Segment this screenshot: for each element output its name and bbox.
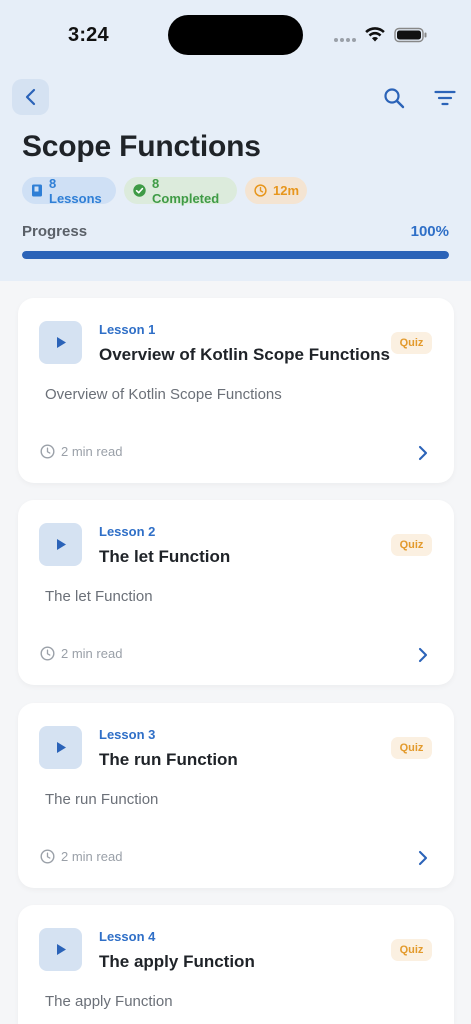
play-icon (56, 742, 66, 753)
play-button[interactable] (39, 928, 82, 971)
clock-icon (40, 646, 55, 661)
lesson-title: The run Function (99, 750, 238, 769)
quiz-badge: Quiz (391, 332, 432, 354)
chevron-right-icon (418, 647, 428, 663)
filter-icon (434, 90, 456, 106)
chevron-right-icon (418, 445, 428, 461)
lesson-description: The run Function (45, 791, 159, 808)
chevron-right-icon (418, 850, 428, 866)
read-time: 2 min read (40, 646, 122, 661)
progress-bar (22, 251, 449, 259)
clock-icon (40, 444, 55, 459)
lesson-card[interactable]: Lesson 1 Overview of Kotlin Scope Functi… (18, 298, 454, 483)
search-icon (384, 88, 405, 109)
lesson-description: Overview of Kotlin Scope Functions (45, 386, 282, 403)
chevron-left-icon (25, 88, 35, 106)
read-time: 2 min read (40, 444, 122, 459)
lesson-number: Lesson 3 (99, 727, 156, 742)
quiz-badge: Quiz (391, 939, 432, 961)
status-time: 3:24 (68, 24, 109, 46)
wifi-icon (365, 27, 385, 42)
quiz-badge: Quiz (391, 534, 432, 556)
signal-dots-icon (334, 38, 358, 42)
progress-bar-fill (22, 251, 449, 259)
read-time-text: 2 min read (61, 444, 123, 459)
play-button[interactable] (39, 321, 82, 364)
filter-button[interactable] (430, 84, 460, 112)
completed-count-badge: 8 Completed (124, 175, 237, 206)
play-button[interactable] (39, 523, 82, 566)
lesson-card[interactable]: Lesson 4 The apply Function Quiz The app… (18, 905, 454, 1024)
progress-value: 100% (410, 223, 449, 240)
quiz-badge: Quiz (391, 737, 432, 759)
play-icon (56, 337, 66, 348)
duration-badge: 12m (245, 177, 307, 204)
play-icon (56, 944, 66, 955)
open-lesson-button[interactable] (412, 847, 434, 869)
lesson-number: Lesson 4 (99, 929, 156, 944)
duration-text: 12m (273, 183, 300, 198)
open-lesson-button[interactable] (412, 644, 434, 666)
book-icon (31, 184, 43, 197)
clock-icon (40, 849, 55, 864)
play-button[interactable] (39, 726, 82, 769)
back-button[interactable] (12, 79, 49, 115)
lesson-number: Lesson 2 (99, 524, 156, 539)
play-icon (56, 539, 66, 550)
page-title: Scope Functions (22, 130, 261, 163)
lesson-title: The apply Function (99, 952, 255, 971)
search-button[interactable] (380, 84, 408, 112)
read-time-text: 2 min read (61, 646, 123, 661)
completed-count-text: 8 Completed (152, 175, 220, 206)
status-bar: 3:24 (0, 0, 471, 70)
battery-icon (394, 27, 427, 43)
dynamic-island (168, 15, 303, 55)
lessons-count-text: 8 Lessons (49, 175, 102, 206)
read-time-text: 2 min read (61, 849, 123, 864)
lesson-number: Lesson 1 (99, 322, 156, 337)
open-lesson-button[interactable] (412, 442, 434, 464)
check-circle-icon (133, 184, 146, 197)
lessons-count-badge: 8 Lessons (22, 175, 116, 206)
lesson-title: Overview of Kotlin Scope Functions (99, 345, 390, 364)
progress-label: Progress (22, 223, 88, 240)
lesson-description: The let Function (45, 588, 153, 605)
read-time: 2 min read (40, 849, 122, 864)
clock-icon (254, 184, 267, 197)
lesson-description: The apply Function (45, 993, 173, 1010)
lesson-card[interactable]: Lesson 2 The let Function Quiz The let F… (18, 500, 454, 685)
lesson-title: The let Function (99, 547, 231, 566)
lesson-card[interactable]: Lesson 3 The run Function Quiz The run F… (18, 703, 454, 888)
header: 3:24 Scope Functions 8 Lessons 8 Complet… (0, 0, 471, 281)
